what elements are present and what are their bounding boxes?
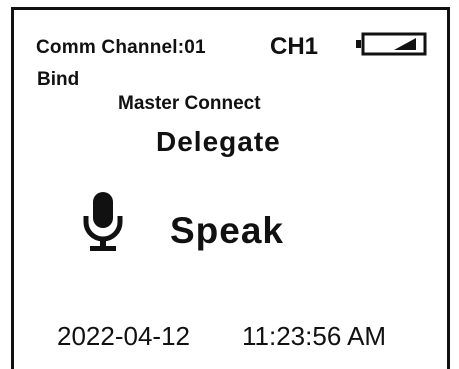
role-label: Delegate [156, 126, 281, 157]
screen-frame-left [11, 7, 14, 369]
screen-frame-right [447, 7, 450, 369]
lcd-screen: Comm Channel:01 CH1 Bind Master Connect … [0, 0, 459, 369]
time-display: 11:23:56 AM [242, 321, 387, 351]
screen-frame-top [11, 7, 449, 10]
microphone-icon [83, 192, 123, 251]
battery-icon [356, 32, 427, 56]
comm-channel-label: Comm Channel:01 [36, 37, 206, 58]
channel-label: CH1 [270, 33, 319, 60]
master-connect-label: Master Connect [118, 93, 261, 114]
speak-label: Speak [170, 210, 285, 251]
bind-label: Bind [37, 69, 80, 90]
date-display: 2022-04-12 [57, 321, 190, 351]
